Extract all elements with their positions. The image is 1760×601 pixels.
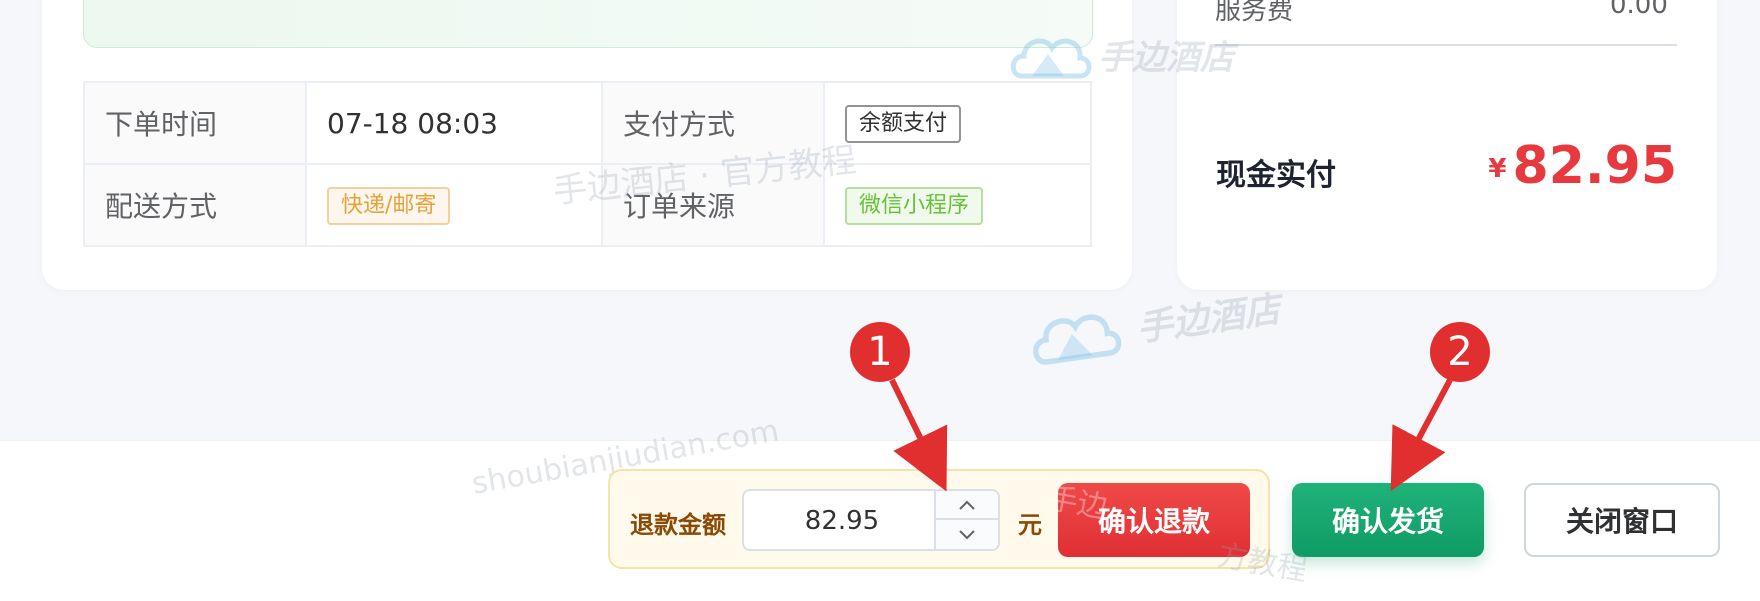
annotation-marker-1: 1 [850,322,910,382]
annotation-marker-2: 2 [1430,322,1490,382]
arrow-1 [889,378,948,492]
arrow-2 [1390,378,1453,492]
annotation-arrows [889,378,1453,492]
